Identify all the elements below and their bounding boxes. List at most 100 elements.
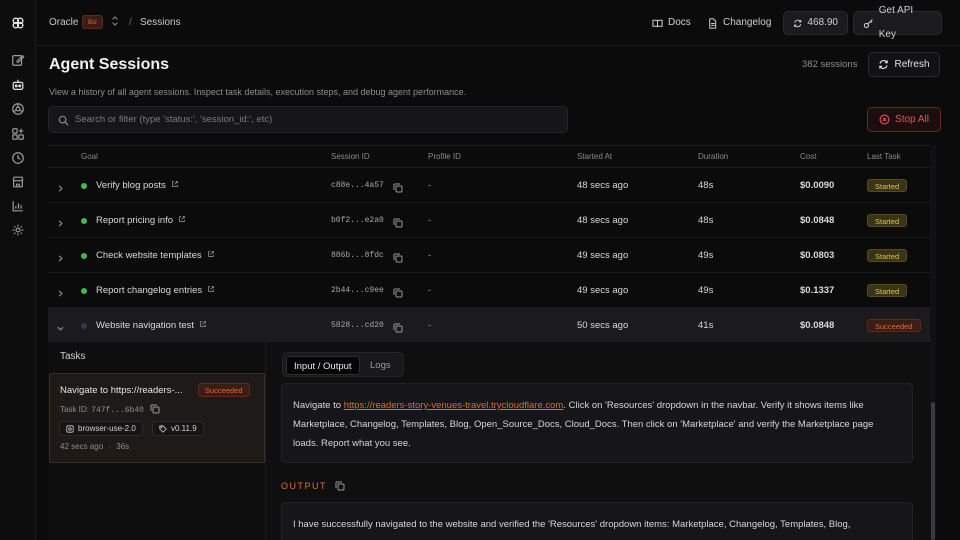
started-at-cell: 48 secs ago	[577, 180, 629, 191]
table-row[interactable]: Verify blog posts c88e...4a57 - 48 secs …	[48, 168, 936, 203]
output-text: I have successfully navigated to the web…	[293, 519, 851, 530]
search-input[interactable]	[75, 107, 555, 132]
copy-icon[interactable]	[393, 180, 403, 193]
org-switcher-chevron-icon[interactable]	[111, 15, 121, 29]
started-at-cell: 48 secs ago	[577, 215, 629, 226]
column-goal[interactable]: Goal	[81, 152, 98, 161]
task-title: Navigate to https://readers-...	[60, 385, 183, 396]
goal-cell[interactable]: Report changelog entries	[96, 285, 215, 296]
goal-cell[interactable]: Check website templates	[96, 250, 215, 261]
table-row[interactable]: Report pricing info b0f2...e2a0 - 48 sec…	[48, 203, 936, 238]
external-link-icon[interactable]	[199, 320, 207, 328]
table-row-expanded[interactable]: Website navigation test 5828...cd20 - 50…	[48, 308, 936, 343]
table-row[interactable]: Check website templates 886b...8fdc - 49…	[48, 238, 936, 273]
chevron-right-icon[interactable]	[56, 180, 65, 192]
goal-cell[interactable]: Report pricing info	[96, 215, 186, 226]
docs-label: Docs	[668, 17, 691, 28]
logo-icon[interactable]	[11, 16, 25, 30]
chevron-down-icon[interactable]	[56, 320, 65, 331]
task-id-label: Task ID:	[60, 405, 89, 414]
refresh-icon	[879, 60, 889, 69]
external-link-icon[interactable]	[207, 285, 215, 293]
table-row[interactable]: Report changelog entries 2b44...c9ee - 4…	[48, 273, 936, 308]
session-id-cell: 5828...cd20	[331, 321, 384, 330]
org-name[interactable]: Oracle	[49, 17, 78, 28]
key-icon	[863, 18, 873, 28]
copy-icon[interactable]	[393, 320, 403, 333]
refresh-button[interactable]: Refresh	[868, 52, 940, 77]
tab-logs[interactable]: Logs	[363, 356, 398, 375]
started-at-cell: 50 secs ago	[577, 320, 629, 331]
changelog-link[interactable]: Changelog	[707, 11, 771, 35]
status-dot	[81, 253, 87, 259]
chevron-right-icon[interactable]	[56, 285, 65, 297]
refresh-label: Refresh	[894, 59, 930, 70]
scrollbar-thumb[interactable]	[931, 402, 935, 540]
copy-icon[interactable]	[393, 285, 403, 298]
page-subtitle: View a history of all agent sessions. In…	[49, 87, 467, 97]
stop-all-button[interactable]: Stop All	[867, 107, 941, 132]
agent-name: browser-use-2.0	[78, 424, 136, 433]
goal-text: Website navigation test	[96, 320, 195, 331]
column-profile-id[interactable]: Profile ID	[428, 152, 461, 161]
refresh-credits-icon	[794, 19, 802, 27]
tab-input-output[interactable]: Input / Output	[286, 356, 360, 375]
external-link-icon[interactable]	[171, 180, 179, 188]
goal-cell[interactable]: Verify blog posts	[96, 180, 179, 191]
edit-icon[interactable]	[11, 53, 25, 67]
duration-cell: 48s	[698, 215, 714, 226]
status-dot	[81, 218, 87, 224]
copy-icon[interactable]	[393, 215, 403, 228]
session-count: 382 sessions	[802, 59, 858, 70]
integrations-icon[interactable]	[11, 127, 25, 141]
stop-circle-icon	[879, 114, 890, 125]
robot-icon[interactable]	[11, 78, 25, 92]
chevron-right-icon[interactable]	[56, 215, 65, 227]
external-link-icon[interactable]	[207, 250, 215, 258]
get-api-key-button[interactable]: Get API Key	[853, 5, 942, 40]
version-value: v0.11.9	[171, 424, 197, 433]
chevron-right-icon[interactable]	[56, 250, 65, 262]
sessions-table: Goal Session ID Profile ID Started At Du…	[48, 145, 936, 343]
output-section-label: OUTPUT	[281, 481, 345, 491]
output-label: OUTPUT	[281, 481, 327, 491]
duration-cell: 49s	[698, 285, 714, 296]
cost-cell: $0.0090	[800, 180, 835, 191]
credits-button[interactable]: 468.90	[783, 11, 848, 35]
column-duration[interactable]: Duration	[698, 152, 728, 161]
copy-icon[interactable]	[335, 481, 345, 491]
input-text-pre: Navigate to	[293, 400, 344, 411]
input-link[interactable]: https://readers-story-venues-travel.tryc…	[344, 400, 564, 411]
column-last-task[interactable]: Last Task	[867, 152, 901, 161]
column-cost[interactable]: Cost	[800, 152, 816, 161]
session-id-cell: 886b...8fdc	[331, 251, 384, 260]
cost-cell: $0.0803	[800, 250, 835, 261]
status-dot	[81, 288, 87, 294]
status-badge: Started	[867, 179, 908, 192]
book-icon	[652, 19, 663, 27]
cost-cell: $0.0848	[800, 320, 835, 331]
session-id-cell: 2b44...c9ee	[331, 286, 384, 295]
copy-icon[interactable]	[150, 404, 160, 414]
column-session-id[interactable]: Session ID	[331, 152, 370, 161]
goal-cell[interactable]: Website navigation test	[96, 320, 207, 331]
browser-icon[interactable]	[11, 102, 25, 116]
settings-icon[interactable]	[11, 223, 25, 237]
status-badge: Succeeded	[867, 319, 921, 332]
page-title: Agent Sessions	[49, 56, 170, 73]
copy-icon[interactable]	[393, 250, 403, 263]
docs-link[interactable]: Docs	[652, 11, 691, 35]
org-plan-badge: Biz	[82, 15, 104, 29]
get-api-key-label: Get API Key	[878, 5, 914, 40]
goal-text: Report pricing info	[96, 215, 174, 226]
external-link-icon[interactable]	[178, 215, 186, 223]
breadcrumb-separator: /	[129, 17, 132, 28]
chart-icon[interactable]	[11, 199, 25, 213]
clock-icon[interactable]	[11, 151, 25, 165]
store-icon[interactable]	[11, 175, 25, 189]
column-started-at[interactable]: Started At	[577, 152, 612, 161]
search-icon	[58, 115, 69, 126]
status-badge: Started	[867, 284, 908, 297]
duration-cell: 41s	[698, 320, 714, 331]
changelog-label: Changelog	[723, 17, 772, 28]
